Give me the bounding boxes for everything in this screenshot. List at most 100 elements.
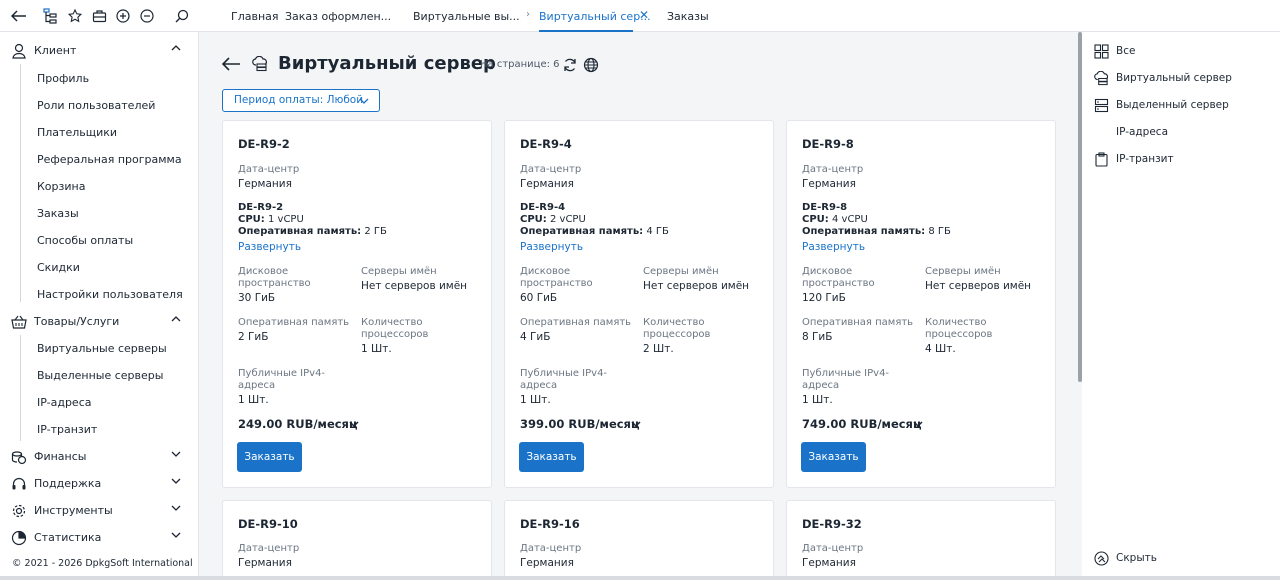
close-tab-icon[interactable]: ✕ xyxy=(639,8,649,22)
top-bar: Главная Заказ оформлен... Виртуальные вы… xyxy=(0,0,1280,32)
sidebar-group-support[interactable]: Поддержка xyxy=(0,471,199,497)
server-card: DE-R9-32 Дата-центр Германия xyxy=(786,500,1056,580)
datacenter-value: Германия xyxy=(520,178,574,190)
order-button[interactable]: Заказать xyxy=(801,442,866,472)
sidebar-group-statistics[interactable]: Статистика xyxy=(0,525,199,551)
datacenter-label: Дата-центр xyxy=(802,543,864,554)
search-icon[interactable] xyxy=(172,6,192,26)
sidebar-item-ip-addresses[interactable]: IP-адреса xyxy=(37,396,92,409)
server-card: DE-R9-2 Дата-центр Германия DE-R9-2 CPU:… xyxy=(222,120,492,488)
sidebar-item-discounts[interactable]: Скидки xyxy=(37,261,80,274)
sidebar-tree-line xyxy=(20,335,21,441)
ipv4-label: Публичные IPv4-адреса xyxy=(238,368,326,391)
tab-orders[interactable]: Заказы xyxy=(667,0,709,32)
datacenter-value: Германия xyxy=(238,178,292,190)
cpu-count-value: 1 Шт. xyxy=(361,343,392,355)
nameservers-label: Серверы имён xyxy=(925,266,1001,277)
tree-structure-icon[interactable] xyxy=(40,6,60,26)
price[interactable]: 399.00 RUB/месяц xyxy=(520,417,639,431)
spec-ram: Оперативная память: 8 ГБ xyxy=(802,226,951,237)
server-name: DE-R9-16 xyxy=(520,517,580,531)
sidebar-item-orders[interactable]: Заказы xyxy=(37,207,79,220)
ipv4-label: Публичные IPv4-адреса xyxy=(520,368,608,391)
cpu-count-label: Количество процессоров xyxy=(925,317,993,340)
disk-value: 60 ГиБ xyxy=(520,292,558,304)
chevron-down-icon[interactable] xyxy=(349,419,359,429)
spec-ram: Оперативная память: 4 ГБ xyxy=(520,226,669,237)
tab-virtual-servers[interactable]: Виртуальные вы... xyxy=(413,0,520,32)
server-icon xyxy=(1094,98,1109,113)
sidebar-item-payment-methods[interactable]: Способы оплаты xyxy=(37,234,133,247)
chevron-down-icon xyxy=(359,98,369,104)
globe-icon[interactable] xyxy=(583,57,599,73)
star-icon[interactable] xyxy=(65,6,85,26)
server-card: DE-R9-10 Дата-центр Германия xyxy=(222,500,492,580)
sidebar-item-cart[interactable]: Корзина xyxy=(37,180,85,193)
expand-link[interactable]: Развернуть xyxy=(520,241,583,253)
spec-title: DE-R9-8 xyxy=(802,202,848,213)
ram-label: Оперативная память xyxy=(520,317,632,328)
copyright: © 2021 - 2026 DpkgSoft International xyxy=(12,558,193,569)
refresh-icon[interactable] xyxy=(562,57,578,73)
sidebar-group-tools[interactable]: Инструменты xyxy=(0,498,199,524)
ipv4-label: Публичные IPv4-адреса xyxy=(802,368,890,391)
sidebar-item-payers[interactable]: Плательщики xyxy=(37,126,117,139)
server-card: DE-R9-8 Дата-центр Германия DE-R9-8 CPU:… xyxy=(786,120,1056,488)
bottom-divider xyxy=(0,576,1280,580)
nameservers-label: Серверы имён xyxy=(361,266,437,277)
sidebar-item-dedicated-servers[interactable]: Выделенные серверы xyxy=(37,369,163,382)
spec-ram: Оперативная память: 2 ГБ xyxy=(238,226,387,237)
back-arrow-icon[interactable] xyxy=(9,6,29,26)
sidebar-item-referral[interactable]: Реферальная программа xyxy=(37,153,182,166)
chevron-down-icon[interactable] xyxy=(631,419,641,429)
server-name: DE-R9-8 xyxy=(802,137,854,151)
spec-cpu: CPU: 4 vCPU xyxy=(802,214,868,225)
ram-label: Оперативная память xyxy=(802,317,914,328)
server-name: DE-R9-4 xyxy=(520,137,572,151)
sidebar-item-ip-transit[interactable]: IP-транзит xyxy=(37,423,97,436)
server-name: DE-R9-2 xyxy=(238,137,290,151)
sidebar-group-client[interactable]: Клиент xyxy=(0,38,199,64)
page-title: Виртуальный сервер xyxy=(278,53,496,74)
nameservers-label: Серверы имён xyxy=(643,266,719,277)
disk-value: 120 ГиБ xyxy=(802,292,846,304)
chevron-down-icon[interactable] xyxy=(913,419,923,429)
ram-value: 2 ГиБ xyxy=(238,331,269,343)
spec-cpu: CPU: 1 vCPU xyxy=(238,214,304,225)
cpu-count-label: Количество процессоров xyxy=(361,317,429,340)
sidebar-item-virtual-servers[interactable]: Виртуальные серверы xyxy=(37,342,167,355)
grid-icon xyxy=(1094,44,1109,59)
ipv4-value: 1 Шт. xyxy=(238,394,269,406)
coins-icon xyxy=(11,451,27,465)
ram-value: 4 ГиБ xyxy=(520,331,551,343)
period-filter-dropdown[interactable]: Период оплаты: Любой xyxy=(222,89,380,112)
pie-chart-icon xyxy=(11,530,27,546)
sidebar-group-goods[interactable]: Товары/Услуги xyxy=(0,309,199,335)
tab-virtual-server[interactable]: Виртуальный сер... xyxy=(539,0,651,32)
sidebar-item-user-roles[interactable]: Роли пользователей xyxy=(37,99,155,112)
cloud-server-icon xyxy=(1094,71,1109,86)
datacenter-value: Германия xyxy=(802,557,856,569)
briefcase-icon[interactable] xyxy=(89,6,109,26)
sidebar-group-finance[interactable]: Финансы xyxy=(0,444,199,470)
sidebar-item-profile[interactable]: Профиль xyxy=(37,72,89,85)
tab-order-placed[interactable]: Заказ оформлен... xyxy=(285,0,391,32)
tab-home[interactable]: Главная xyxy=(231,0,279,32)
add-circle-icon[interactable] xyxy=(113,6,133,26)
datacenter-value: Германия xyxy=(238,557,292,569)
right-panel: Все Виртуальный сервер Выделенный сервер… xyxy=(1082,32,1280,580)
back-arrow-icon[interactable] xyxy=(221,56,241,72)
order-button[interactable]: Заказать xyxy=(519,442,584,472)
nameservers-value: Нет серверов имён xyxy=(643,280,750,292)
price[interactable]: 749.00 RUB/месяц xyxy=(802,417,921,431)
expand-link[interactable]: Развернуть xyxy=(802,241,865,253)
sidebar-item-user-settings[interactable]: Настройки пользователя xyxy=(37,288,183,301)
remove-circle-icon[interactable] xyxy=(137,6,157,26)
spec-title: DE-R9-2 xyxy=(238,202,284,213)
expand-link[interactable]: Развернуть xyxy=(238,241,301,253)
order-button[interactable]: Заказать xyxy=(237,442,302,472)
user-location-icon xyxy=(12,43,26,59)
chevron-down-icon xyxy=(171,478,181,484)
price[interactable]: 249.00 RUB/месяц xyxy=(238,417,357,431)
datacenter-value: Германия xyxy=(520,557,574,569)
